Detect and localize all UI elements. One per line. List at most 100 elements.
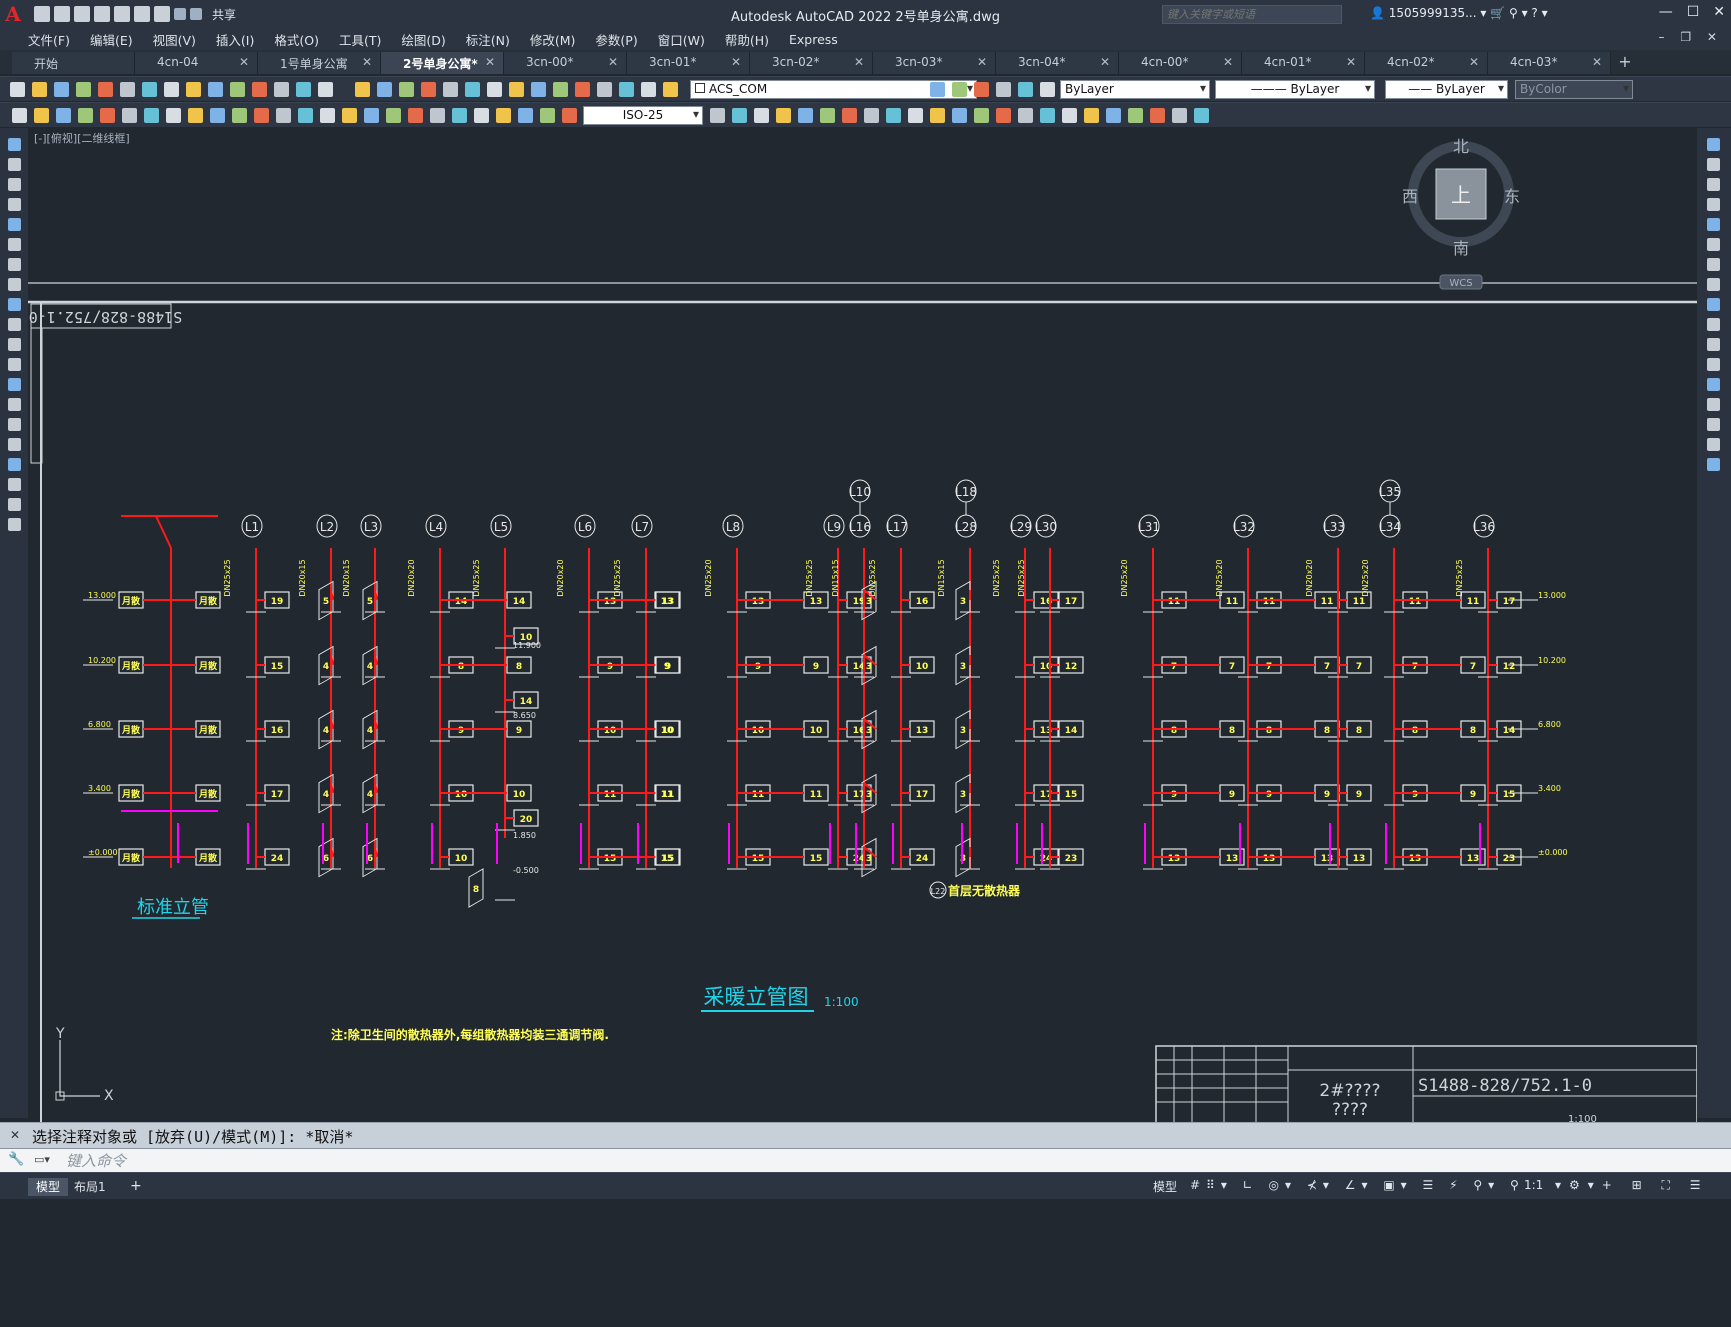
close-cmd-icon[interactable]: ✕ bbox=[10, 1128, 20, 1142]
close-tab-icon[interactable]: ✕ bbox=[977, 55, 987, 69]
toolbar-tool-icon[interactable] bbox=[1018, 82, 1033, 97]
redo-icon[interactable] bbox=[190, 8, 202, 20]
plot-icon[interactable] bbox=[154, 6, 170, 22]
toolbar-tool-icon[interactable] bbox=[465, 82, 480, 97]
command-input[interactable] bbox=[66, 1151, 1666, 1170]
autocad-logo-icon[interactable]: A bbox=[0, 2, 26, 26]
toolbar-tool-icon[interactable] bbox=[188, 108, 203, 123]
toolbar-tool-icon[interactable] bbox=[274, 82, 289, 97]
toolbar-tool-icon[interactable] bbox=[974, 82, 989, 97]
file-tab-12[interactable]: 4cn-03* ✕ bbox=[1488, 52, 1611, 74]
toolbar-tool-icon[interactable] bbox=[1150, 108, 1165, 123]
new-icon[interactable] bbox=[34, 6, 50, 22]
linetype-combo[interactable]: ——— ByLayer bbox=[1215, 80, 1375, 99]
toolbar-tool-icon[interactable] bbox=[842, 108, 857, 123]
side-tool-icon[interactable] bbox=[1707, 418, 1720, 431]
close-tab-icon[interactable]: ✕ bbox=[1592, 55, 1602, 69]
menu-item-6[interactable]: 绘图(D) bbox=[391, 30, 455, 49]
file-tab-4[interactable]: 3cn-00* ✕ bbox=[504, 52, 627, 74]
toolbar-tool-icon[interactable] bbox=[952, 108, 967, 123]
new-tab-icon[interactable]: + bbox=[1611, 52, 1639, 74]
toolbar-tool-icon[interactable] bbox=[443, 82, 458, 97]
recent-commands-icon[interactable]: ▭▾ bbox=[34, 1153, 50, 1166]
model-space-button[interactable]: 模型 bbox=[1153, 1178, 1177, 1196]
toolbar-tool-icon[interactable] bbox=[996, 108, 1011, 123]
toolbar-tool-icon[interactable] bbox=[452, 108, 467, 123]
wrench-icon[interactable]: 🔧 bbox=[8, 1152, 24, 1167]
toolbar-tool-icon[interactable] bbox=[166, 108, 181, 123]
side-tool-icon[interactable] bbox=[8, 478, 21, 491]
toolbar-tool-icon[interactable] bbox=[98, 82, 113, 97]
toolbar-tool-icon[interactable] bbox=[1018, 108, 1033, 123]
side-tool-icon[interactable] bbox=[1707, 238, 1720, 251]
toolbar-tool-icon[interactable] bbox=[974, 108, 989, 123]
side-tool-icon[interactable] bbox=[8, 318, 21, 331]
toolbar-tool-icon[interactable] bbox=[1172, 108, 1187, 123]
toolbar-tool-icon[interactable] bbox=[496, 108, 511, 123]
toolbar-tool-icon[interactable] bbox=[355, 82, 370, 97]
file-tab-5[interactable]: 3cn-01* ✕ bbox=[627, 52, 750, 74]
toolbar-tool-icon[interactable] bbox=[10, 82, 25, 97]
side-tool-icon[interactable] bbox=[8, 138, 21, 151]
model-tab[interactable]: 模型 bbox=[28, 1178, 69, 1196]
menu-item-12[interactable]: Express bbox=[779, 32, 848, 47]
color-combo[interactable]: ByLayer bbox=[1060, 80, 1210, 99]
toolbar-tool-icon[interactable] bbox=[540, 108, 555, 123]
toolbar-tool-icon[interactable] bbox=[56, 108, 71, 123]
close-icon[interactable]: ✕ bbox=[1713, 4, 1725, 20]
toolbar-tool-icon[interactable] bbox=[276, 108, 291, 123]
side-tool-icon[interactable] bbox=[8, 378, 21, 391]
toolbar-tool-icon[interactable] bbox=[930, 108, 945, 123]
toolbar-tool-icon[interactable] bbox=[1128, 108, 1143, 123]
toolbar-tool-icon[interactable] bbox=[930, 82, 945, 97]
toolbar-tool-icon[interactable] bbox=[208, 82, 223, 97]
side-tool-icon[interactable] bbox=[8, 418, 21, 431]
toolbar-tool-icon[interactable] bbox=[1040, 82, 1055, 97]
toolbar-tool-icon[interactable] bbox=[386, 108, 401, 123]
side-tool-icon[interactable] bbox=[1707, 138, 1720, 151]
toolbar-tool-icon[interactable] bbox=[320, 108, 335, 123]
toolbar-tool-icon[interactable] bbox=[553, 82, 568, 97]
toolbar-tool-icon[interactable] bbox=[54, 82, 69, 97]
close-tab-icon[interactable]: ✕ bbox=[731, 55, 741, 69]
toolbar-tool-icon[interactable] bbox=[732, 108, 747, 123]
toolbar-tool-icon[interactable] bbox=[120, 82, 135, 97]
toolbar-tool-icon[interactable] bbox=[710, 108, 725, 123]
side-tool-icon[interactable] bbox=[8, 278, 21, 291]
toolbar-tool-icon[interactable] bbox=[754, 108, 769, 123]
toolbar-tool-icon[interactable] bbox=[641, 82, 656, 97]
menu-item-3[interactable]: 插入(I) bbox=[206, 30, 264, 49]
undo-icon[interactable] bbox=[174, 8, 186, 20]
toolbar-tool-icon[interactable] bbox=[342, 108, 357, 123]
side-tool-icon[interactable] bbox=[1707, 338, 1720, 351]
toolbar-tool-icon[interactable] bbox=[318, 82, 333, 97]
toolbar-tool-icon[interactable] bbox=[399, 82, 414, 97]
toolbar-tool-icon[interactable] bbox=[886, 108, 901, 123]
toolbar-tool-icon[interactable] bbox=[597, 82, 612, 97]
close-tab-icon[interactable]: ✕ bbox=[485, 55, 495, 69]
file-tab-1[interactable]: 4cn-04 ✕ bbox=[135, 52, 258, 74]
toolbar-tool-icon[interactable] bbox=[34, 108, 49, 123]
toolbar-tool-icon[interactable] bbox=[421, 82, 436, 97]
toolbar-tool-icon[interactable] bbox=[254, 108, 269, 123]
drafting-tools[interactable]: #⠿▾ ∟ ◎▾ ⊀▾ ∠▾ ▣▾ ☰ ⚡ ⚲▾ ⚲ bbox=[1190, 1178, 1525, 1196]
toolbar-tool-icon[interactable] bbox=[575, 82, 590, 97]
toolbar-tool-icon[interactable] bbox=[562, 108, 577, 123]
user-account[interactable]: 👤 1505999135... ▾ 🛒 ⚲ ▾ ? ▾ bbox=[1370, 6, 1548, 20]
toolbar-tool-icon[interactable] bbox=[298, 108, 313, 123]
side-tool-icon[interactable] bbox=[1707, 258, 1720, 271]
menu-item-11[interactable]: 帮助(H) bbox=[715, 30, 779, 49]
file-tab-8[interactable]: 3cn-04* ✕ bbox=[996, 52, 1119, 74]
viewport-controls-label[interactable]: [-][俯视][二维线框] bbox=[34, 130, 130, 146]
document-controls[interactable]: – ❐ ✕ bbox=[1659, 30, 1723, 44]
side-tool-icon[interactable] bbox=[1707, 218, 1720, 231]
toolbar-tool-icon[interactable] bbox=[820, 108, 835, 123]
add-layout-icon[interactable]: + bbox=[122, 1178, 150, 1196]
toolbar-tool-icon[interactable] bbox=[76, 82, 91, 97]
side-tool-icon[interactable] bbox=[8, 438, 21, 451]
toolbar-tool-icon[interactable] bbox=[144, 108, 159, 123]
side-tool-icon[interactable] bbox=[1707, 278, 1720, 291]
side-tool-icon[interactable] bbox=[8, 158, 21, 171]
toolbar-tool-icon[interactable] bbox=[619, 82, 634, 97]
toolbar-tool-icon[interactable] bbox=[296, 82, 311, 97]
